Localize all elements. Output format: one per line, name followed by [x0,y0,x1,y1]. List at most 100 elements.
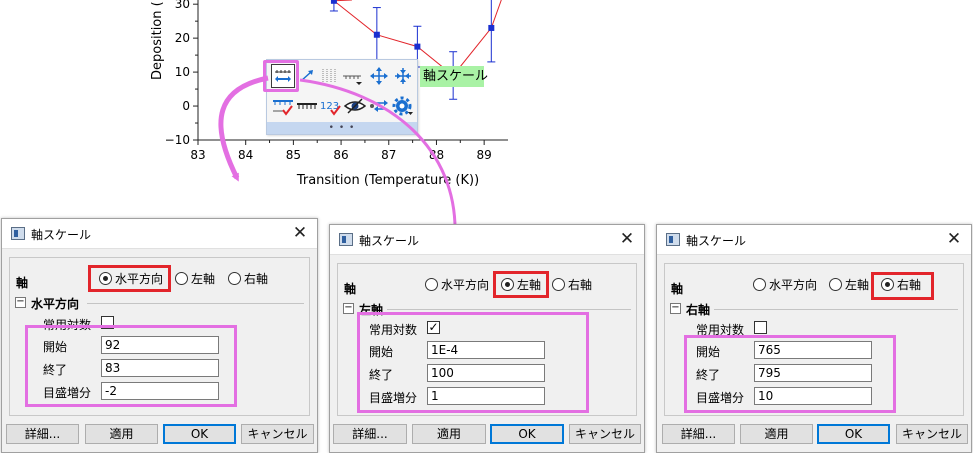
cancel-button[interactable]: キャンセル [241,424,314,444]
apply-button[interactable]: 適用 [85,424,158,444]
axis-swap-button[interactable] [367,94,391,118]
dialog-buttons: 詳細... 適用 OK キャンセル [330,424,644,446]
mini-toolbar-expander[interactable]: • • • [267,122,417,134]
y-tick-label: 30 [175,0,190,11]
collapse-icon[interactable]: − [343,303,354,314]
grid-lines-button[interactable] [317,64,341,88]
radio-indicator [753,278,766,291]
selected-option-highlight [871,272,934,300]
collapse-icon[interactable]: − [15,297,26,308]
ok-button[interactable]: OK [490,424,564,444]
radio-label: 水平方向 [441,278,490,292]
rescale-arrow-icon [300,70,313,82]
apply-button[interactable]: 適用 [412,424,486,444]
apply-button[interactable]: 適用 [740,424,813,444]
dialog-title: 軸スケール [686,234,747,248]
x-tick-label: 87 [381,148,396,162]
y-tick-label: −10 [165,133,190,147]
x-tick-label: 85 [286,148,301,162]
axis-label: 軸 [671,282,684,296]
close-button[interactable]: ✕ [289,222,311,244]
details-button[interactable]: 詳細... [333,424,407,444]
radio-label: 左軸 [191,272,216,286]
close-button[interactable]: ✕ [616,228,638,250]
close-icon: ✕ [619,229,635,249]
grid-lines-icon [322,69,336,83]
axis-settings-gear-icon [392,96,413,116]
radio-horizontal[interactable]: 水平方向 [425,276,489,293]
axis-label: 軸 [16,276,29,290]
radio-indicator [425,278,438,291]
radio-left-axis[interactable]: 左軸 [829,276,869,293]
radio-indicator [829,278,842,291]
details-button[interactable]: 詳細... [662,424,735,444]
axis-settings-button[interactable] [391,94,415,118]
axis-swap-icon [370,100,388,112]
axis-shrink-button[interactable] [391,64,415,88]
radio-right-axis[interactable]: 右軸 [552,276,592,293]
axis-expand-icon [370,67,388,85]
show-hide-eye-icon [344,98,366,114]
dialog-titlebar[interactable]: 軸スケール ✕ [330,225,644,255]
y-axis-label: Deposition ( [150,1,165,80]
axis-scale-button-highlight [263,60,299,92]
series-line-extension [490,0,502,29]
tooltip: 軸スケール [420,66,488,87]
radio-horizontal[interactable]: 水平方向 [753,276,817,293]
ok-button[interactable]: OK [163,424,236,444]
tick-style-icon [343,75,362,85]
section-label: 右軸 [686,303,711,317]
app-window-icon [339,233,353,246]
axis-expand-button[interactable] [367,64,391,88]
tick-style-button[interactable] [341,64,365,88]
details-button[interactable]: 詳細... [6,424,79,444]
close-button[interactable]: ✕ [943,228,965,250]
data-point [488,24,495,31]
fields-highlight [25,325,237,407]
x-tick-label: 83 [190,148,205,162]
radio-indicator [552,278,565,291]
dialog-titlebar[interactable]: 軸スケール ✕ [2,219,317,249]
x-tick-label: 88 [429,148,444,162]
axis-scale-dialog-right: 軸スケール ✕ 軸 水平方向 左軸 右軸 − 右軸 常用対数 開始 765 終了… [656,224,972,453]
dialog-title: 軸スケール [31,228,92,242]
section-divider [714,309,958,310]
radio-label: 左軸 [845,278,870,292]
selected-option-highlight [493,271,549,298]
ruler-button[interactable] [271,94,295,118]
dialog-buttons: 詳細... 適用 OK キャンセル [2,424,317,446]
fields-highlight [684,335,896,413]
selected-option-highlight [88,265,171,292]
collapse-icon[interactable]: − [670,303,681,314]
tick-label-number-icon: 123 [320,101,341,116]
tick-label-number-button[interactable]: 123 [319,94,343,118]
axis-scale-dialog-left: 軸スケール ✕ 軸 水平方向 左軸 右軸 − 左軸 常用対数 ✓ 開始 1E-4… [329,224,645,453]
radio-left-axis[interactable]: 左軸 [175,270,215,287]
dialog-titlebar[interactable]: 軸スケール ✕ [657,225,971,255]
cancel-button[interactable]: キャンセル [569,424,641,444]
radio-label: 右軸 [568,278,593,292]
x-tick-label: 86 [333,148,348,162]
section-divider [87,303,304,304]
x-axis-label: Transition (Temperature (K)) [296,173,479,188]
ok-button[interactable]: OK [817,424,890,444]
section-header[interactable]: − 右軸 [670,302,958,317]
app-window-icon [11,227,25,240]
radio-right-axis[interactable]: 右軸 [228,270,268,287]
dialog-title: 軸スケール [359,234,420,248]
y-tick-label: 20 [175,31,190,45]
radio-indicator [228,272,241,285]
log-scale-checkbox[interactable] [754,321,767,334]
tick-check-button[interactable] [295,94,319,118]
radio-label: 水平方向 [769,278,818,292]
show-hide-button[interactable] [343,94,367,118]
tick-check-icon [297,103,317,109]
fields-highlight [357,312,589,413]
dialog-panel: 軸 水平方向 左軸 右軸 − 左軸 常用対数 ✓ 開始 1E-4 終了 100 … [337,263,637,416]
y-tick-label: 10 [175,65,190,79]
x-tick-label: 84 [238,148,253,162]
cancel-button[interactable]: キャンセル [896,424,968,444]
section-label: 水平方向 [31,297,80,311]
section-header[interactable]: − 水平方向 [15,296,304,311]
close-icon: ✕ [292,223,308,243]
